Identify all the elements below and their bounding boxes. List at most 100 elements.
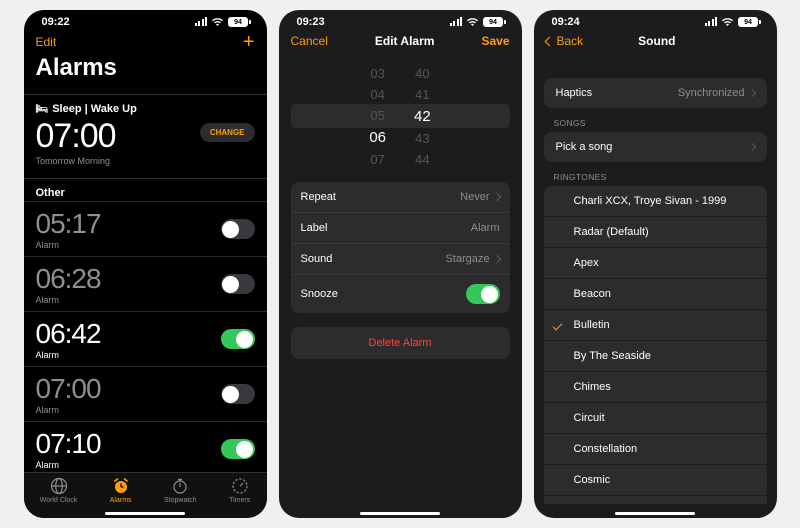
stopwatch-icon [171, 477, 189, 495]
alarm-settings-group: Repeat Never Label Alarm Sound Stargaze … [291, 182, 510, 313]
repeat-value: Never [460, 191, 489, 203]
page-title: Edit Alarm [375, 34, 435, 48]
nav-bar: Back Sound [534, 30, 777, 52]
sound-value: Stargaze [445, 253, 489, 265]
minute-wheel[interactable]: 4041424344 [414, 60, 431, 170]
battery-icon: 94 [738, 17, 761, 27]
ringtone-cell[interactable]: Beacon [544, 279, 767, 310]
alarm-icon [112, 477, 130, 495]
back-button[interactable]: Back [546, 34, 584, 48]
ringtone-cell[interactable]: Radar (Default) [544, 217, 767, 248]
alarm-row[interactable]: 05:17 Alarm [24, 201, 267, 256]
battery-icon: 94 [483, 17, 506, 27]
edit-alarm-screen: 09:23 94 Cancel Edit Alarm Save 03040506… [279, 10, 522, 518]
status-bar: 09:23 94 [279, 10, 522, 30]
chevron-right-icon [494, 191, 500, 203]
ringtone-cell[interactable]: Charli XCX, Troye Sivan - 1999 [544, 186, 767, 217]
ringtone-name: Constellation [574, 443, 638, 455]
pick-song-label: Pick a song [556, 141, 613, 153]
save-button[interactable]: Save [481, 34, 509, 48]
status-bar: 09:24 94 [534, 10, 777, 30]
ringtone-cell[interactable]: Crystals [544, 496, 767, 504]
alarm-label: Alarm [36, 460, 101, 470]
clock-time: 09:23 [297, 16, 325, 28]
change-button[interactable]: CHANGE [200, 123, 255, 142]
alarm-toggle[interactable] [221, 274, 255, 294]
home-indicator[interactable] [615, 512, 695, 515]
alarm-row[interactable]: 07:10 Alarm [24, 421, 267, 476]
sleep-alarm-row[interactable]: 07:00 Tomorrow Morning CHANGE [24, 117, 267, 174]
alarm-toggle[interactable] [221, 384, 255, 404]
wifi-icon [466, 17, 479, 27]
add-alarm-button[interactable]: + [243, 34, 255, 50]
sound-cell[interactable]: Sound Stargaze [291, 244, 510, 275]
ringtone-name: Charli XCX, Troye Sivan - 1999 [574, 195, 727, 207]
chevron-right-icon [749, 87, 755, 99]
tab-timers[interactable]: Timers [229, 477, 250, 504]
haptics-label: Haptics [556, 87, 593, 99]
ringtone-name: Bulletin [574, 319, 610, 331]
home-indicator[interactable] [360, 512, 440, 515]
snooze-label: Snooze [301, 288, 338, 300]
ringtone-name: By The Seaside [574, 350, 651, 362]
ringtone-name: Radar (Default) [574, 226, 649, 238]
cellular-icon [195, 18, 208, 26]
page-title: Sound [638, 34, 675, 48]
sleep-section-header: Sleep | Wake Up [24, 95, 267, 117]
sound-label: Sound [301, 253, 333, 265]
ringtone-name: Cosmic [574, 474, 611, 486]
alarm-row[interactable]: 06:28 Alarm [24, 256, 267, 311]
alarm-toggle[interactable] [221, 439, 255, 459]
label-cell[interactable]: Label Alarm [291, 213, 510, 244]
sleep-subtext: Tomorrow Morning [36, 156, 255, 166]
wifi-icon [721, 17, 734, 27]
status-bar: 09:22 94 [24, 10, 267, 30]
alarm-time: 07:00 [36, 373, 101, 405]
ringtone-cell[interactable]: Constellation [544, 434, 767, 465]
nav-bar: Cancel Edit Alarm Save [279, 30, 522, 52]
chevron-left-icon [546, 34, 555, 48]
clock-time: 09:24 [552, 16, 580, 28]
label-label: Label [301, 222, 328, 234]
chevron-right-icon [749, 141, 755, 153]
snooze-toggle[interactable] [466, 284, 500, 304]
bed-icon [36, 103, 49, 115]
sound-screen: 09:24 94 Back Sound Haptics Synchronized… [534, 10, 777, 518]
globe-icon [50, 477, 68, 495]
tab-stopwatch[interactable]: Stopwatch [164, 477, 197, 504]
ringtone-cell[interactable]: Chimes [544, 372, 767, 403]
home-indicator[interactable] [105, 512, 185, 515]
hour-wheel[interactable]: 030405060708 [369, 60, 386, 170]
cellular-icon [450, 18, 463, 26]
wifi-icon [211, 17, 224, 27]
ringtone-cell[interactable]: By The Seaside [544, 341, 767, 372]
alarm-row[interactable]: 06:42 Alarm [24, 311, 267, 366]
alarm-time: 06:42 [36, 318, 101, 350]
cellular-icon [705, 18, 718, 26]
ringtone-cell[interactable]: Apex [544, 248, 767, 279]
cancel-button[interactable]: Cancel [291, 34, 328, 48]
ringtone-cell[interactable]: Cosmic [544, 465, 767, 496]
alarm-toggle[interactable] [221, 219, 255, 239]
tab-worldclock[interactable]: World Clock [40, 477, 78, 504]
alarm-row[interactable]: 07:00 Alarm [24, 366, 267, 421]
other-section-header: Other [24, 179, 267, 201]
edit-button[interactable]: Edit [36, 35, 57, 49]
tab-alarms[interactable]: Alarms [110, 477, 132, 504]
time-picker[interactable]: 030405060708 4041424344 [291, 60, 510, 170]
pick-song-cell[interactable]: Pick a song [544, 132, 767, 162]
ringtone-cell[interactable]: Bulletin [544, 310, 767, 341]
ringtone-cell[interactable]: Circuit [544, 403, 767, 434]
songs-header: SONGS [534, 108, 777, 132]
delete-alarm-button[interactable]: Delete Alarm [291, 327, 510, 359]
ringtones-header: RINGTONES [534, 162, 777, 186]
snooze-cell: Snooze [291, 275, 510, 313]
alarm-toggle[interactable] [221, 329, 255, 349]
alarm-label: Alarm [36, 295, 101, 305]
page-title: Alarms [24, 54, 267, 90]
haptics-cell[interactable]: Haptics Synchronized [544, 78, 767, 108]
chevron-right-icon [494, 253, 500, 265]
label-value: Alarm [471, 222, 500, 234]
repeat-cell[interactable]: Repeat Never [291, 182, 510, 213]
sleep-section-label: Sleep | Wake Up [52, 103, 137, 115]
